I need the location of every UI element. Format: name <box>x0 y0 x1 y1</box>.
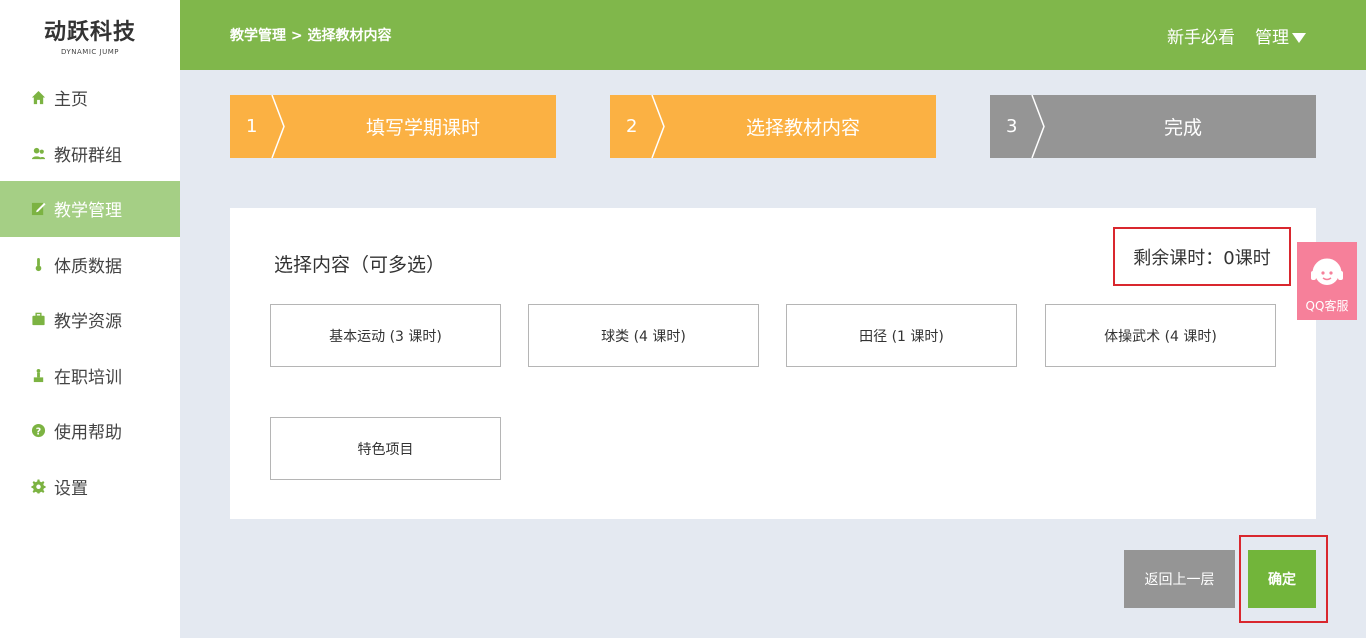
sidebar-item-help[interactable]: ? 使用帮助 <box>0 403 180 459</box>
sidebar-item-fitness-data[interactable]: 体质数据 <box>0 237 180 293</box>
chevron-right-icon <box>651 95 665 158</box>
step-label: 完成 <box>1163 117 1202 139</box>
step-label: 选择教材内容 <box>745 117 860 139</box>
manage-menu-label: 管理 <box>1255 27 1289 48</box>
chevron-right-icon <box>271 95 285 158</box>
svg-text:?: ? <box>35 427 40 438</box>
logo-title: 动跃科技 <box>43 20 136 45</box>
gear-icon <box>30 478 46 494</box>
option-basic-movement[interactable]: 基本运动 (3 课时) <box>270 304 501 367</box>
step-3: 3 完成 <box>990 95 1316 158</box>
breadcrumb[interactable]: 教学管理 > 选择教材内容 <box>230 25 391 45</box>
sidebar-item-home[interactable]: 主页 <box>0 70 180 126</box>
logo-subtitle: DYNAMIC JUMP <box>61 48 119 56</box>
step-2: 2 选择教材内容 <box>610 95 936 158</box>
sidebar-item-teaching-management[interactable]: 教学管理 <box>0 181 180 237</box>
sidebar-item-label: 在职培训 <box>54 367 122 388</box>
sidebar-item-label: 主页 <box>54 90 88 111</box>
headset-icon <box>1311 258 1343 285</box>
beginner-guide-link[interactable]: 新手必看 <box>1167 23 1235 48</box>
step-number: 2 <box>626 116 638 137</box>
back-button[interactable]: 返回上一层 <box>1124 550 1235 608</box>
remaining-hours-badge: 剩余课时：0课时 <box>1113 227 1291 286</box>
step-1: 1 填写学期课时 <box>230 95 556 158</box>
sidebar-item-teaching-resources[interactable]: 教学资源 <box>0 292 180 348</box>
option-track-field[interactable]: 田径 (1 课时) <box>786 304 1017 367</box>
thermometer-icon <box>30 256 46 272</box>
users-icon <box>30 145 46 161</box>
content-panel: 选择内容（可多选） 剩余课时：0课时 基本运动 (3 课时) 球类 (4 课时)… <box>230 208 1316 519</box>
sidebar-item-label: 使用帮助 <box>54 423 122 444</box>
edit-icon <box>30 201 46 217</box>
trophy-icon <box>30 367 46 383</box>
help-icon: ? <box>30 423 46 439</box>
briefcase-icon <box>30 312 46 328</box>
option-gymnastics-martial-arts[interactable]: 体操武术 (4 课时) <box>1045 304 1276 367</box>
sidebar-item-label: 教研群组 <box>54 145 122 166</box>
top-header: 教学管理 > 选择教材内容 新手必看 管理 <box>180 0 1366 70</box>
step-number: 1 <box>246 116 258 137</box>
sidebar-item-settings[interactable]: 设置 <box>0 459 180 515</box>
option-featured-program[interactable]: 特色项目 <box>270 417 501 480</box>
sidebar-item-research-groups[interactable]: 教研群组 <box>0 126 180 182</box>
chevron-right-icon <box>1031 95 1045 158</box>
step-label: 填写学期课时 <box>365 117 480 139</box>
manage-menu[interactable]: 管理 <box>1255 23 1306 48</box>
caret-down-icon <box>1292 32 1306 43</box>
logo[interactable]: 动跃科技 DYNAMIC JUMP <box>0 0 180 70</box>
home-icon <box>30 90 46 106</box>
confirm-button[interactable]: 确定 <box>1248 550 1316 608</box>
panel-title: 选择内容（可多选） <box>274 254 446 276</box>
sidebar: 动跃科技 DYNAMIC JUMP 主页 教研群组 教学管理 体质数据 教学资源 <box>0 0 180 638</box>
sidebar-item-label: 设置 <box>54 478 88 499</box>
sidebar-item-training[interactable]: 在职培训 <box>0 348 180 404</box>
qq-support-label: QQ客服 <box>1305 299 1349 313</box>
step-number: 3 <box>1006 116 1018 137</box>
option-ball-games[interactable]: 球类 (4 课时) <box>528 304 759 367</box>
qq-support-widget[interactable]: QQ客服 <box>1297 242 1357 320</box>
header-actions: 新手必看 管理 <box>1167 23 1306 48</box>
sidebar-item-label: 体质数据 <box>54 256 122 277</box>
sidebar-item-label: 教学资源 <box>54 312 122 333</box>
sidebar-item-label: 教学管理 <box>54 201 122 222</box>
